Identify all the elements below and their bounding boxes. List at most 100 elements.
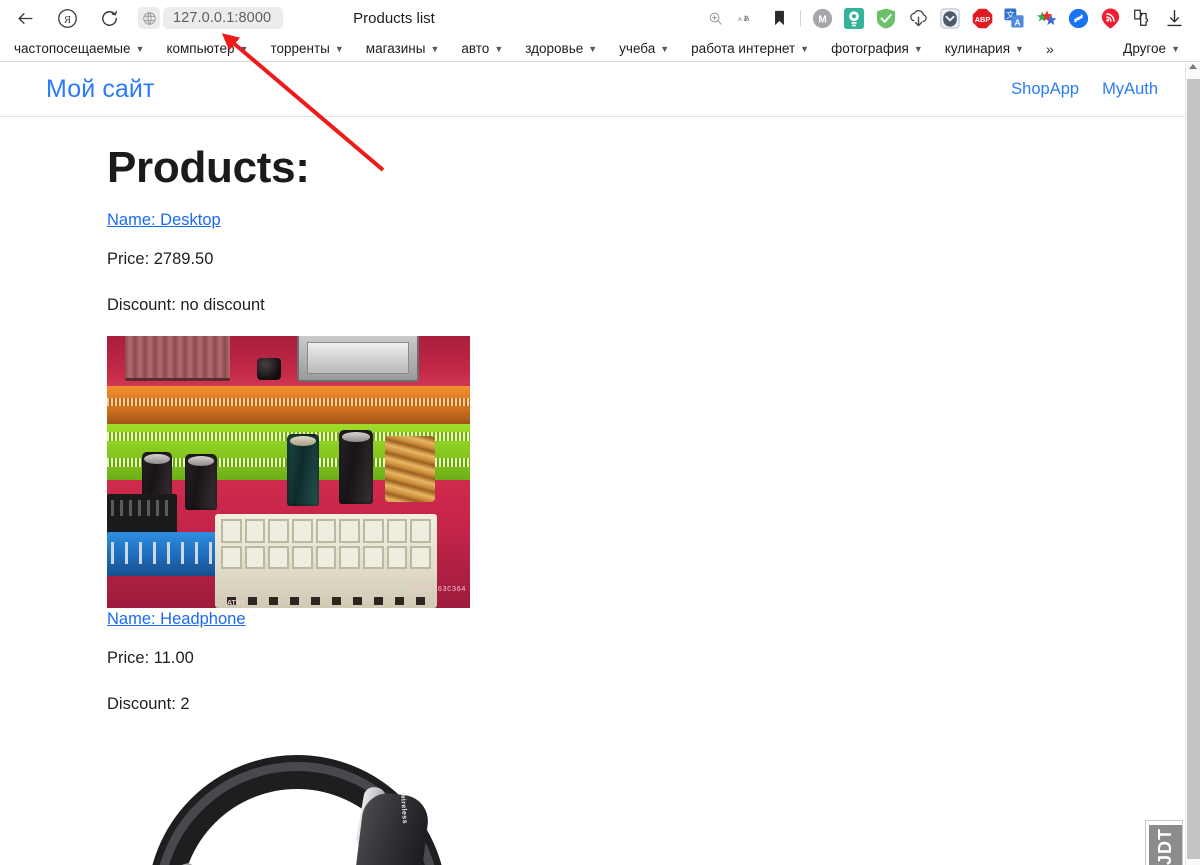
bookmark-folder-3[interactable]: магазины ▼ [366, 41, 440, 56]
svg-text:あ: あ [743, 15, 749, 23]
nav-link-myauth[interactable]: MyAuth [1102, 80, 1158, 99]
product-image-motherboard: ATX1 C361C363C364 [107, 336, 470, 608]
mail-ru-icon[interactable]: M [806, 3, 838, 33]
page-viewport: Мой сайт ShopApp MyAuth Products: Name: … [0, 62, 1200, 865]
browser-toolbar: Я 127.0.0.1:8000 Products list A あ M ABP… [0, 0, 1200, 36]
back-button[interactable] [10, 3, 40, 33]
bookmark-folder-1[interactable]: компьютер ▼ [166, 41, 248, 56]
reload-button[interactable] [94, 3, 124, 33]
atx-power-connector [215, 514, 437, 608]
product-name-link[interactable]: Name: Desktop [107, 211, 1200, 230]
extension-icons-group: A あ M ABP 文 A [699, 3, 1190, 33]
stars-icon[interactable] [1030, 3, 1062, 33]
url-text: 127.0.0.1:8000 [173, 10, 272, 26]
toolbar-separator [800, 10, 801, 26]
site-brand-link[interactable]: Мой сайт [46, 75, 155, 104]
translate-page-icon[interactable]: A あ [731, 3, 763, 33]
bookmark-icon[interactable] [763, 3, 795, 33]
product-price: Price: 11.00 [107, 649, 194, 667]
translator-icon[interactable]: 文 A [998, 3, 1030, 33]
reading-lamp-icon[interactable] [838, 3, 870, 33]
bookmarks-overflow-button[interactable]: » [1046, 41, 1054, 57]
capacitor-small [257, 358, 281, 380]
adblock-plus-icon[interactable]: ABP [966, 3, 998, 33]
rss-feed-icon[interactable] [1094, 3, 1126, 33]
bookmark-folder-7[interactable]: работа интернет ▼ [691, 41, 809, 56]
capacitor [185, 454, 217, 510]
page-scrollbar[interactable] [1185, 62, 1200, 865]
product-discount: Discount: 2 [107, 695, 190, 713]
ram-slot-orange [107, 386, 470, 428]
product-item: Name: Desktop Price: 2789.50 Discount: n… [107, 211, 1200, 608]
address-bar[interactable]: 127.0.0.1:8000 [163, 7, 284, 29]
product-discount: Discount: no discount [107, 296, 265, 314]
bookmark-label: работа интернет [691, 41, 796, 56]
svg-text:ABP: ABP [974, 15, 990, 24]
chevron-down-icon: ▼ [913, 44, 923, 54]
bookmark-label: компьютер [166, 41, 235, 56]
zoom-icon[interactable] [699, 3, 731, 33]
svg-text:Я: Я [63, 14, 70, 25]
corner-overlay-badge[interactable]: JDT [1143, 817, 1185, 865]
product-price: Price: 2789.50 [107, 250, 214, 268]
pocket-icon[interactable] [934, 3, 966, 33]
bookmark-label: здоровье [525, 41, 584, 56]
shazam-icon[interactable] [1062, 3, 1094, 33]
chevron-down-icon: ▼ [800, 44, 810, 54]
chevron-down-icon: ▼ [494, 44, 504, 54]
chevron-down-icon: ▼ [430, 44, 440, 54]
page-title: Products: [107, 143, 310, 192]
bookmark-folder-4[interactable]: авто ▼ [461, 41, 503, 56]
main-content: Products: Name: Desktop Price: 2789.50 D… [0, 143, 1200, 865]
product-image-headphone: wireless [107, 739, 470, 865]
svg-text:A: A [738, 17, 742, 23]
header-pins [111, 542, 215, 564]
bookmark-folder-0[interactable]: частопосещаемые ▼ [14, 41, 144, 56]
cloud-download-icon[interactable] [902, 3, 934, 33]
badge-text: JDT [1155, 827, 1176, 865]
bookmark-label: учеба [619, 41, 656, 56]
svg-text:A: A [1014, 18, 1020, 28]
product-item: Name: Headphone Price: 11.00 Discount: 2… [107, 610, 1200, 865]
scrollbar-thumb[interactable] [1187, 79, 1200, 859]
atx-base-slots [227, 597, 427, 605]
extensions-puzzle-icon[interactable] [1126, 3, 1158, 33]
bookmark-label: фотография [831, 41, 909, 56]
bookmark-folder-2[interactable]: торренты ▼ [270, 41, 343, 56]
chevron-down-icon: ▼ [660, 44, 670, 54]
choke-winding [385, 436, 435, 502]
bookmark-label: магазины [365, 41, 426, 56]
ram-slot-contacts [107, 398, 470, 406]
chevron-down-icon: ▼ [239, 44, 249, 54]
chevron-down-icon: ▼ [135, 44, 145, 54]
pcb-silkscreen-text: C361C363C364 [409, 586, 466, 594]
product-name-link[interactable]: Name: Headphone [107, 610, 1200, 629]
chevron-down-icon: ▼ [1171, 44, 1180, 54]
capacitor [287, 434, 319, 506]
bookmark-folder-8[interactable]: фотография ▼ [831, 41, 923, 56]
atx-pin-holes [221, 519, 431, 569]
nav-link-shopapp[interactable]: ShopApp [1011, 80, 1079, 99]
chevron-down-icon: ▼ [334, 44, 344, 54]
bookmark-label: частопосещаемые [14, 41, 131, 56]
downloads-icon[interactable] [1158, 3, 1190, 33]
cpu-socket-inner [307, 342, 409, 374]
atx-silkscreen-label: ATX1 [227, 600, 245, 607]
bookmark-folder-6[interactable]: учеба ▼ [619, 41, 669, 56]
capacitor [339, 430, 373, 504]
bookmark-folder-5[interactable]: здоровье ▼ [525, 41, 597, 56]
blue-pin-header [107, 532, 217, 576]
site-nav: ShopApp MyAuth [1011, 80, 1185, 99]
bookmark-label: кулинария [944, 41, 1011, 56]
browser-chrome: Я 127.0.0.1:8000 Products list A あ M ABP… [0, 0, 1200, 62]
adguard-shield-icon[interactable] [870, 3, 902, 33]
bookmarks-bar: частопосещаемые ▼ компьютер ▼ торренты ▼… [0, 36, 1200, 61]
yandex-logo-icon[interactable]: Я [52, 3, 82, 33]
bookmarks-other-folder[interactable]: Другое ▼ [1123, 41, 1180, 56]
bookmark-folder-9[interactable]: кулинария ▼ [945, 41, 1024, 56]
header-pins [111, 500, 173, 516]
svg-text:M: M [818, 14, 826, 25]
page-title-toolbar: Products list [353, 9, 435, 27]
site-protection-icon[interactable] [138, 7, 160, 29]
scroll-up-arrow-icon[interactable] [1189, 64, 1197, 69]
